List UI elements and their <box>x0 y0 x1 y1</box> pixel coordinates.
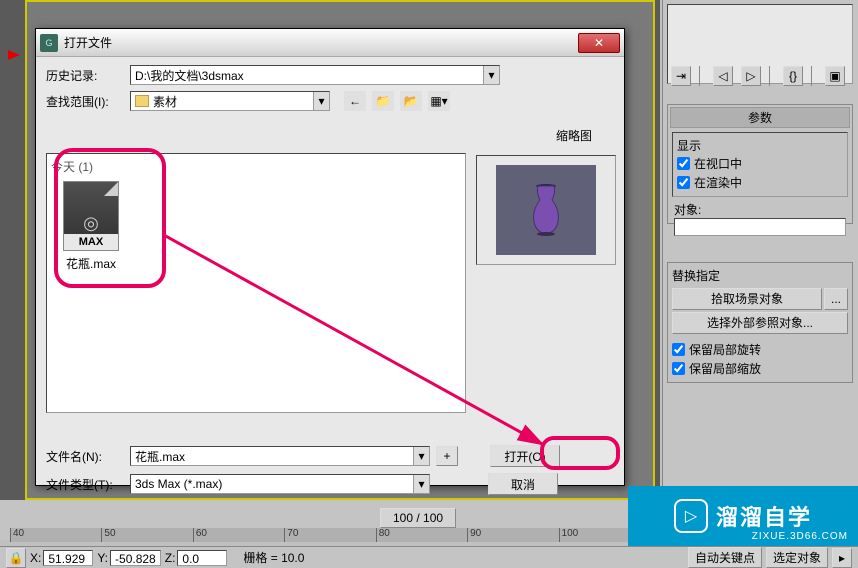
preview-image <box>496 165 596 255</box>
cb-viewport[interactable] <box>677 157 690 170</box>
config-icon[interactable]: ▣ <box>825 66 845 86</box>
chevron-down-icon[interactable]: ▾ <box>413 447 429 465</box>
extern-ref-btn[interactable]: 选择外部参照对象... <box>672 312 848 334</box>
tick: 80 <box>376 528 467 542</box>
folder-icon <box>135 95 149 107</box>
up-folder-icon[interactable]: 📁 <box>372 91 394 111</box>
filetype-label: 文件类型(T): <box>46 476 124 493</box>
tick: 40 <box>10 528 101 542</box>
autokey-btn[interactable]: 自动关键点 <box>688 547 762 568</box>
chevron-down-icon[interactable]: ▾ <box>313 92 329 110</box>
vase-icon <box>526 180 566 240</box>
pin-icon[interactable]: ⇥ <box>671 66 691 86</box>
filename-label: 文件名(N): <box>46 448 124 465</box>
cancel-button[interactable]: 取消 <box>488 473 558 495</box>
keyframe-icon[interactable]: ▸ <box>832 548 852 568</box>
cb-rotate[interactable] <box>672 343 685 356</box>
z-field[interactable]: 0.0 <box>177 550 227 566</box>
tick: 50 <box>101 528 192 542</box>
tick: 70 <box>284 528 375 542</box>
pick-scene-btn[interactable]: 拾取场景对象 <box>672 288 822 310</box>
cb-render[interactable] <box>677 176 690 189</box>
open-button[interactable]: 打开(O) <box>490 445 560 467</box>
dialog-titlebar[interactable]: G 打开文件 ✕ <box>36 29 624 57</box>
play-icon: ▷ <box>674 499 708 533</box>
filetype-dropdown[interactable]: 3ds Max (*.max) ▾ <box>130 474 430 494</box>
new-folder-icon[interactable]: 📂 <box>400 91 422 111</box>
preview-box <box>476 155 616 265</box>
watermark-text: 溜溜自学 <box>716 500 812 532</box>
params-header[interactable]: 参数 <box>670 107 850 128</box>
file-ext-label: MAX <box>64 234 118 250</box>
timeline: 100 / 100 40 50 60 70 80 90 100 <box>0 500 660 540</box>
file-thumbnail: ◎ MAX <box>63 181 119 251</box>
app-icon: G <box>40 34 58 52</box>
prev-icon[interactable]: ◁ <box>713 66 733 86</box>
x-field[interactable]: 51.929 <box>43 550 93 566</box>
plus-button[interactable]: + <box>436 446 458 466</box>
history-dropdown[interactable]: D:\我的文档\3dsmax ▾ <box>130 65 500 85</box>
back-icon[interactable]: ← <box>344 91 366 111</box>
time-slider[interactable]: 100 / 100 <box>380 508 456 528</box>
tick: 90 <box>467 528 558 542</box>
chevron-down-icon[interactable]: ▾ <box>483 66 499 84</box>
max-logo-icon: ◎ <box>83 213 99 234</box>
section-today: 今天 (1) <box>51 158 461 175</box>
lock-icon[interactable]: 🔒 <box>6 548 26 568</box>
status-bar: 🔒 X:51.929 Y:-50.828 Z:0.0 栅格 = 10.0 自动关… <box>0 546 858 568</box>
dialog-title: 打开文件 <box>64 34 578 51</box>
assign-group-label: 替换指定 <box>672 267 848 284</box>
y-field[interactable]: -50.828 <box>110 550 161 566</box>
pick-more-btn[interactable]: ... <box>824 288 848 310</box>
history-label: 历史记录: <box>46 67 124 84</box>
red-arrow-indicator <box>8 50 20 60</box>
watermark-logo: ▷ 溜溜自学 ZIXUE.3D66.COM <box>628 486 858 546</box>
close-button[interactable]: ✕ <box>578 33 620 53</box>
file-name-label: 花瓶.max <box>57 255 125 272</box>
object-label: 对象: <box>674 201 846 218</box>
object-field[interactable] <box>674 218 846 236</box>
grid-label: 栅格 = 10.0 <box>243 549 304 566</box>
lookin-dropdown[interactable]: 素材 ▾ <box>130 91 330 111</box>
thumbnail-label: 缩略图 <box>556 127 606 144</box>
open-file-dialog: G 打开文件 ✕ 历史记录: D:\我的文档\3dsmax ▾ 查找范围(I):… <box>35 28 625 486</box>
filename-input[interactable]: 花瓶.max ▾ <box>130 446 430 466</box>
assign-panel: 替换指定 拾取场景对象 ... 选择外部参照对象... 保留局部旋转 保留局部缩… <box>667 262 853 383</box>
cb-scale[interactable] <box>672 362 685 375</box>
params-panel: 参数 显示 在视口中 在渲染中 对象: <box>667 104 853 224</box>
display-group-label: 显示 <box>677 137 843 154</box>
next-icon[interactable]: ▷ <box>741 66 761 86</box>
selobj-btn[interactable]: 选定对象 <box>766 547 828 568</box>
ruler[interactable]: 40 50 60 70 80 90 100 <box>10 528 650 542</box>
watermark-sub: ZIXUE.3D66.COM <box>752 531 848 542</box>
file-list[interactable]: 今天 (1) ◎ MAX 花瓶.max <box>46 153 466 413</box>
lookin-label: 查找范围(I): <box>46 93 124 110</box>
tick: 60 <box>193 528 284 542</box>
file-item[interactable]: ◎ MAX 花瓶.max <box>51 175 131 278</box>
bracket-icon[interactable]: {} <box>783 66 803 86</box>
right-panel: ⇥ ◁ ▷ {} ▣ 参数 显示 在视口中 在渲染中 对象: 替换指定 拾取场景… <box>662 0 858 568</box>
chevron-down-icon[interactable]: ▾ <box>413 475 429 493</box>
view-menu-icon[interactable]: ▦▾ <box>428 91 450 111</box>
